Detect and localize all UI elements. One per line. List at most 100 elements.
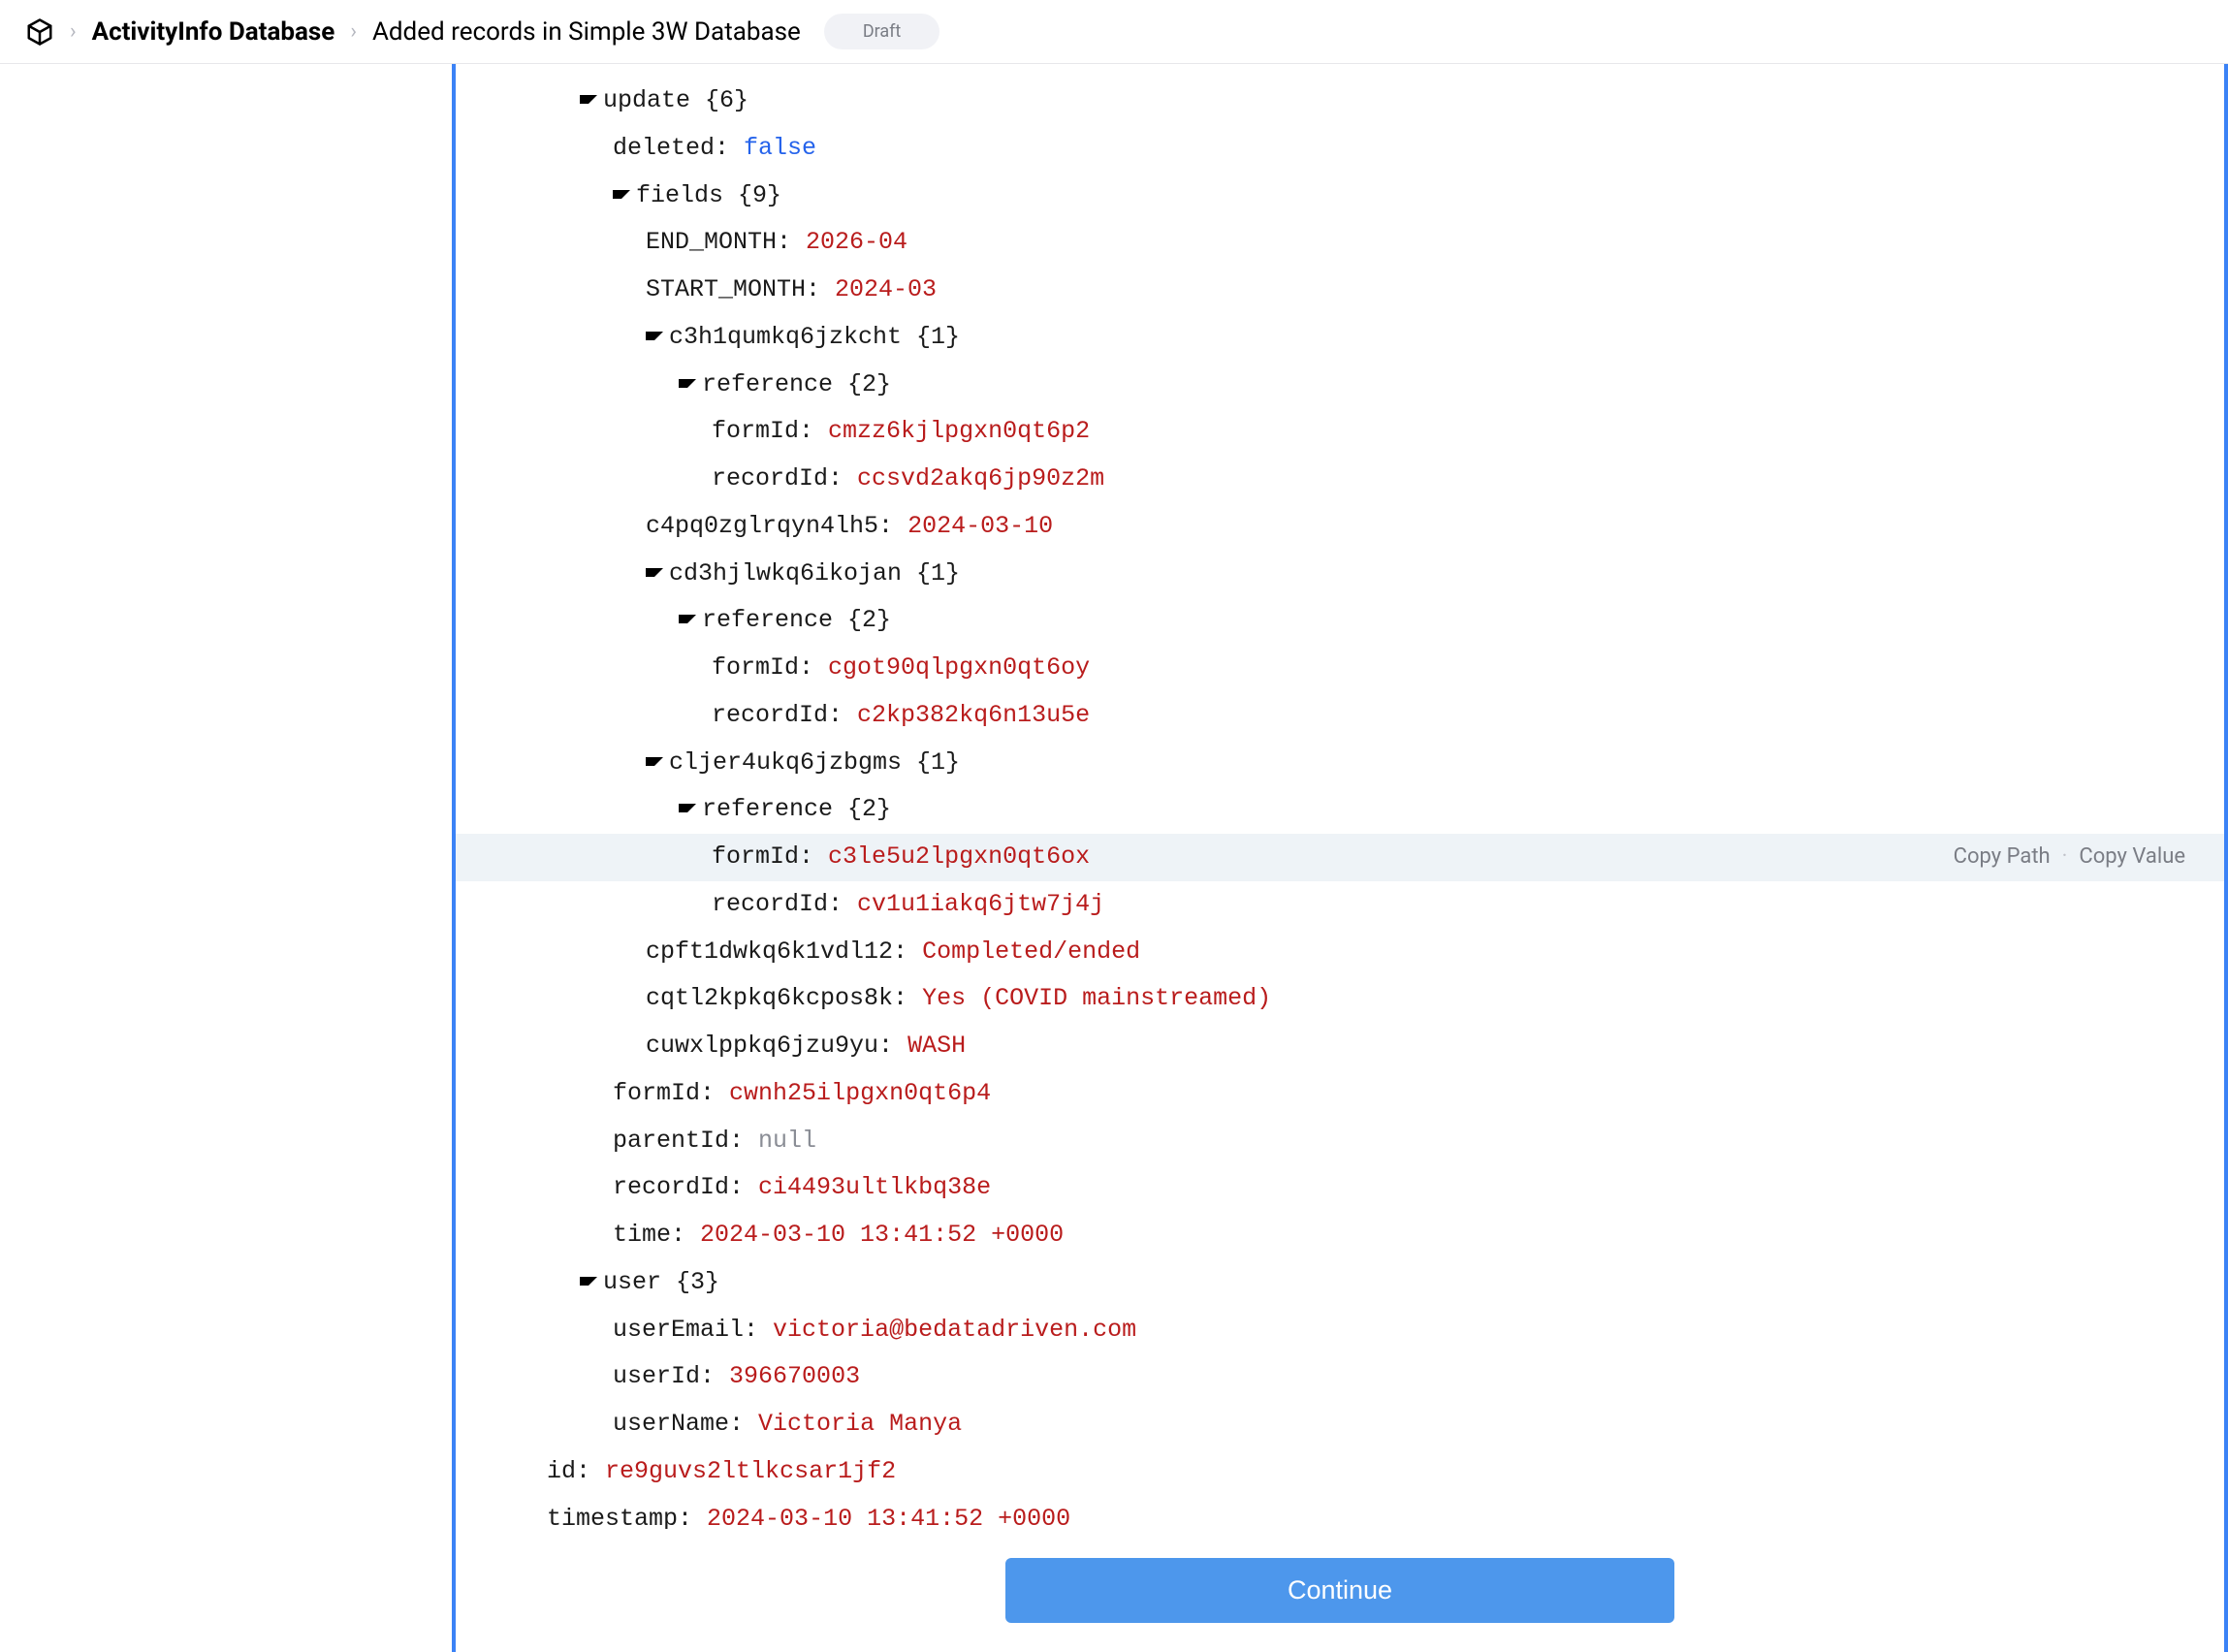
tree-row[interactable]: formId: cgot90qlpgxn0qt6oy	[456, 645, 2224, 692]
tree-key: recordId:	[712, 890, 843, 918]
tree-key: recordId:	[613, 1173, 744, 1201]
caret-icon[interactable]	[613, 190, 630, 199]
tree-row[interactable]: formId: cmzz6kjlpgxn0qt6p2	[456, 408, 2224, 456]
tree-key: user	[603, 1268, 661, 1296]
tree-value: cwnh25ilpgxn0qt6p4	[729, 1079, 991, 1107]
status-badge: Draft	[824, 14, 940, 49]
tree-meta: {1}	[902, 323, 960, 351]
breadcrumb-root[interactable]: ActivityInfo Database	[92, 17, 335, 47]
chevron-right-icon: ›	[70, 19, 77, 44]
tree-value: null	[758, 1127, 816, 1155]
tree-key: recordId:	[712, 701, 843, 729]
tree-key: c4pq0zglrqyn4lh5:	[646, 512, 893, 540]
tree-row[interactable]: parentId: null	[456, 1118, 2224, 1165]
tree-key: deleted:	[613, 134, 729, 162]
tree-row[interactable]: user {3}	[456, 1259, 2224, 1307]
copy-value-link[interactable]: Copy Value	[2079, 837, 2185, 878]
tree-row[interactable]: time: 2024-03-10 13:41:52 +0000	[456, 1212, 2224, 1259]
tree-key: formId:	[712, 653, 813, 682]
caret-icon[interactable]	[679, 804, 696, 812]
tree-row[interactable]: reference {2}	[456, 786, 2224, 834]
tree-row[interactable]: cuwxlppkq6jzu9yu: WASH	[456, 1023, 2224, 1070]
tree-key: formId:	[712, 417, 813, 445]
json-viewer-panel: update {6}deleted: falsefields {9}END_MO…	[452, 64, 2228, 1652]
json-tree: update {6}deleted: falsefields {9}END_MO…	[456, 64, 2224, 1537]
tree-value: Victoria Manya	[758, 1410, 962, 1438]
caret-icon[interactable]	[646, 568, 663, 577]
tree-meta: {2}	[833, 606, 891, 634]
tree-key: id:	[547, 1457, 590, 1485]
tree-row[interactable]: recordId: ci4493ultlkbq38e	[456, 1164, 2224, 1212]
tree-key: recordId:	[712, 464, 843, 492]
chevron-right-icon: ›	[350, 19, 357, 44]
tree-row[interactable]: recordId: cv1u1iakq6jtw7j4j	[456, 881, 2224, 929]
tree-row[interactable]: fields {9}	[456, 173, 2224, 220]
breadcrumb-leaf[interactable]: Added records in Simple 3W Database	[372, 17, 801, 47]
tree-value: cgot90qlpgxn0qt6oy	[828, 653, 1090, 682]
tree-row[interactable]: formId: c3le5u2lpgxn0qt6ox Copy Path · Copy…	[456, 834, 2224, 881]
tree-key: cuwxlppkq6jzu9yu:	[646, 1032, 893, 1060]
tree-meta: {1}	[902, 559, 960, 588]
tree-key: cljer4ukq6jzbgms	[669, 748, 902, 777]
tree-row[interactable]: cpft1dwkq6k1vdl12: Completed/ended	[456, 929, 2224, 976]
tree-key: cpft1dwkq6k1vdl12:	[646, 937, 907, 966]
caret-icon[interactable]	[580, 1277, 597, 1286]
tree-row[interactable]: update {6}	[456, 78, 2224, 125]
tree-row[interactable]: formId: cwnh25ilpgxn0qt6p4	[456, 1070, 2224, 1118]
tree-row[interactable]: cqtl2kpkq6kcpos8k: Yes (COVID mainstream…	[456, 975, 2224, 1023]
tree-value: 2024-03	[835, 275, 937, 303]
breadcrumb-bar: › ActivityInfo Database › Added records …	[0, 0, 2228, 64]
continue-button[interactable]: Continue	[1005, 1558, 1674, 1623]
tree-value: victoria@bedatadriven.com	[773, 1316, 1136, 1344]
tree-value: c3le5u2lpgxn0qt6ox	[828, 842, 1090, 871]
tree-value: 2026-04	[806, 228, 907, 256]
tree-key: userId:	[613, 1362, 715, 1390]
tree-key: formId:	[613, 1079, 715, 1107]
copy-path-link[interactable]: Copy Path	[1954, 837, 2051, 878]
tree-value: Completed/ended	[922, 937, 1140, 966]
tree-key: cqtl2kpkq6kcpos8k:	[646, 984, 907, 1012]
tree-value: false	[744, 134, 816, 162]
tree-meta: {2}	[833, 370, 891, 398]
tree-row[interactable]: userId: 396670003	[456, 1353, 2224, 1401]
tree-row[interactable]: END_MONTH: 2026-04	[456, 219, 2224, 267]
tree-key: parentId:	[613, 1127, 744, 1155]
tree-meta: {2}	[833, 795, 891, 823]
tree-row[interactable]: cljer4ukq6jzbgms {1}	[456, 740, 2224, 787]
separator-dot: ·	[2062, 837, 2068, 878]
tree-row[interactable]: reference {2}	[456, 597, 2224, 645]
caret-icon[interactable]	[580, 95, 597, 104]
caret-icon[interactable]	[646, 332, 663, 340]
tree-key: reference	[702, 795, 833, 823]
tree-meta: {9}	[723, 181, 781, 209]
tree-row[interactable]: timestamp: 2024-03-10 13:41:52 +0000	[456, 1496, 2224, 1529]
tree-value: cmzz6kjlpgxn0qt6p2	[828, 417, 1090, 445]
tree-value: c2kp382kq6n13u5e	[857, 701, 1090, 729]
tree-row[interactable]: START_MONTH: 2024-03	[456, 267, 2224, 314]
tree-key: time:	[613, 1221, 685, 1249]
left-gutter	[0, 64, 452, 1652]
tree-row[interactable]: c3h1qumkq6jzkcht {1}	[456, 314, 2224, 362]
tree-row[interactable]: c4pq0zglrqyn4lh5: 2024-03-10	[456, 503, 2224, 551]
caret-icon[interactable]	[679, 615, 696, 623]
tree-value: re9guvs2ltlkcsar1jf2	[605, 1457, 896, 1485]
tree-row[interactable]: reference {2}	[456, 362, 2224, 409]
tree-row[interactable]: deleted: false	[456, 125, 2224, 173]
tree-row[interactable]: id: re9guvs2ltlkcsar1jf2	[456, 1448, 2224, 1496]
tree-value: cv1u1iakq6jtw7j4j	[857, 890, 1104, 918]
caret-icon[interactable]	[646, 757, 663, 766]
tree-value: 2024-03-10	[907, 512, 1053, 540]
tree-row[interactable]: recordId: c2kp382kq6n13u5e	[456, 692, 2224, 740]
tree-row[interactable]: recordId: ccsvd2akq6jp90z2m	[456, 456, 2224, 503]
tree-row[interactable]: userName: Victoria Manya	[456, 1401, 2224, 1448]
tree-row[interactable]: cd3hjlwkq6ikojan {1}	[456, 551, 2224, 598]
tree-key: userEmail:	[613, 1316, 758, 1344]
tree-key: reference	[702, 370, 833, 398]
tree-value: ccsvd2akq6jp90z2m	[857, 464, 1104, 492]
tree-key: formId:	[712, 842, 813, 871]
caret-icon[interactable]	[679, 379, 696, 388]
continue-bar: Continue	[456, 1537, 2224, 1652]
tree-value: WASH	[907, 1032, 966, 1060]
tree-value: 396670003	[729, 1362, 860, 1390]
tree-row[interactable]: userEmail: victoria@bedatadriven.com	[456, 1307, 2224, 1354]
